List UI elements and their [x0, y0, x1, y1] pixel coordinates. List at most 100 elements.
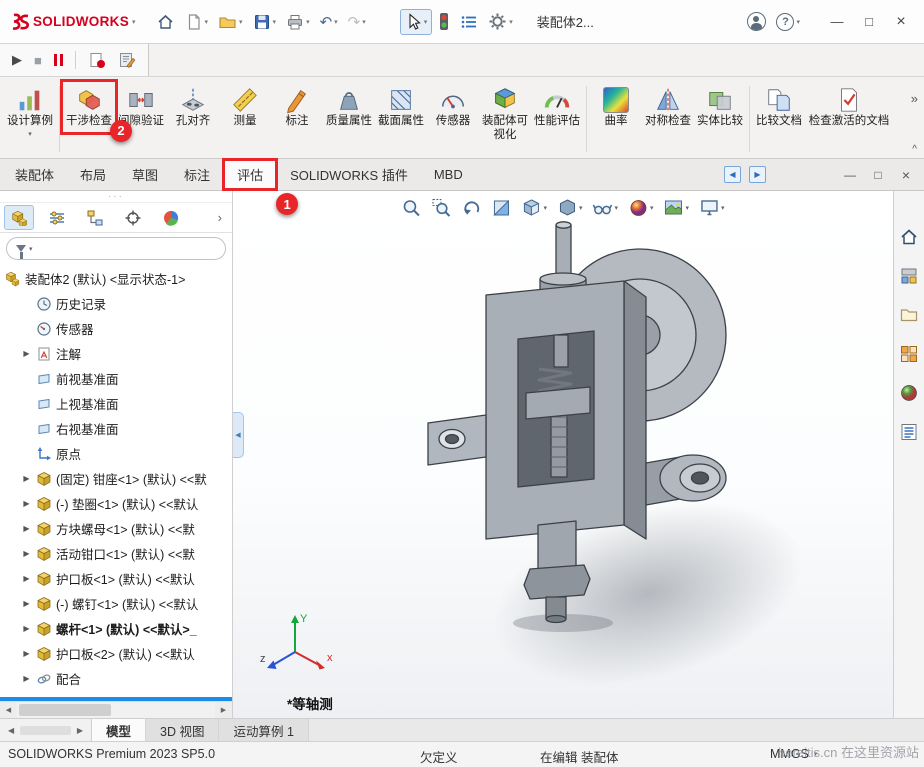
open-document-button[interactable]: ▾	[214, 10, 247, 34]
ribbon-button-compare-entities[interactable]: 实体比较	[694, 80, 746, 129]
scroll-right-button[interactable]: ▶	[215, 702, 232, 718]
dropdown-caret-icon[interactable]: ▾	[28, 130, 32, 138]
display-style-button[interactable]: ▾	[557, 198, 582, 218]
panel-expand-button[interactable]: ›	[212, 210, 228, 225]
macro-stop-button[interactable]: ■	[34, 53, 42, 68]
dropdown-caret-icon[interactable]: ▾	[509, 18, 513, 26]
new-document-button[interactable]: ▾	[181, 10, 213, 34]
ribbon-button-assembly-visualization[interactable]: 装配体可视化	[479, 80, 531, 143]
tree-item-component-1[interactable]: ▶ (固定) 钳座<1> (默认) <<默	[5, 466, 232, 491]
tab-scroll-control[interactable]: ◀ ▶	[0, 719, 92, 741]
design-library-button[interactable]	[897, 264, 921, 288]
ribbon-button-check-active-document[interactable]: 检查激活的文档	[805, 80, 893, 129]
tab-markup[interactable]: 标注	[171, 159, 223, 190]
select-tool-button[interactable]: ▾	[399, 8, 433, 35]
scrollbar-track[interactable]	[17, 702, 215, 718]
tree-item-origin[interactable]: 原点	[5, 441, 232, 466]
vise-assembly-model[interactable]	[388, 217, 768, 635]
tree-item-top-plane[interactable]: 上视基准面	[5, 391, 232, 416]
tree-item-component-6[interactable]: ▶ (-) 螺钉<1> (默认) <<默认	[5, 591, 232, 616]
dropdown-caret-icon[interactable]: ▾	[205, 18, 209, 26]
tree-root-assembly[interactable]: 装配体2 (默认) <显示状态-1>	[5, 266, 232, 291]
tree-item-component-4[interactable]: ▶ 活动钳口<1> (默认) <<默	[5, 541, 232, 566]
redo-button[interactable]: ↷ ▾	[344, 10, 370, 34]
units-selector[interactable]: MMGS ▾	[770, 747, 817, 761]
dropdown-caret-icon[interactable]: ▾	[306, 18, 310, 26]
hide-show-items-button[interactable]: ▾	[592, 198, 618, 218]
traffic-light-button[interactable]	[434, 9, 454, 34]
panel-horizontal-scrollbar[interactable]: ◀ ▶	[0, 701, 232, 718]
graphics-viewport[interactable]: ▾ ▾ ▾ ▾ ▾ ▾ ◀ Y x z *等轴测	[233, 191, 893, 718]
tree-expand-icon[interactable]: ▶	[21, 474, 32, 483]
view-orientation-button[interactable]: ▾	[521, 198, 547, 218]
tab-solidworks-addins[interactable]: SOLIDWORKS 插件	[277, 159, 421, 190]
dropdown-caret-icon[interactable]: ▾	[721, 204, 725, 212]
ribbon-button-symmetry-check[interactable]: 对称检查	[642, 80, 694, 129]
file-explorer-button[interactable]	[897, 303, 921, 327]
tab-scroll-left-button[interactable]: ◀	[5, 726, 17, 735]
tree-item-sensors[interactable]: 传感器	[5, 316, 232, 341]
tab-dimxpertmanager[interactable]	[118, 205, 148, 230]
tree-item-component-2[interactable]: ▶ (-) 垫圈<1> (默认) <<默认	[5, 491, 232, 516]
dropdown-caret-icon[interactable]: ▾	[650, 204, 654, 212]
ribbon-button-measure[interactable]: 测量	[219, 80, 271, 129]
dropdown-caret-icon[interactable]: ▾	[614, 204, 618, 212]
dropdown-caret-icon[interactable]: ▾	[543, 204, 547, 212]
home-button[interactable]	[152, 10, 179, 34]
tree-item-component-5[interactable]: ▶ 护口板<1> (默认) <<默认	[5, 566, 232, 591]
dropdown-caret-icon[interactable]: ▾	[686, 204, 690, 212]
dropdown-caret-icon[interactable]: ▾	[362, 18, 366, 26]
tab-propertymanager[interactable]	[42, 205, 72, 230]
task-list-button[interactable]	[456, 10, 482, 34]
dropdown-caret-icon[interactable]: ▾	[239, 18, 243, 26]
panel-drag-handle[interactable]: ···	[0, 191, 232, 203]
tree-expand-icon[interactable]: ▶	[21, 674, 32, 683]
login-user-button[interactable]	[743, 9, 770, 34]
tree-expand-icon[interactable]: ▶	[21, 574, 32, 583]
save-button[interactable]: ▾	[249, 10, 281, 34]
tree-expand-icon[interactable]: ▶	[21, 649, 32, 658]
tab-displaymanager[interactable]	[156, 205, 186, 230]
apply-scene-button[interactable]: ▾	[664, 198, 690, 218]
panel-collapse-handle[interactable]: ◀	[233, 412, 244, 459]
pane-previous-button[interactable]: ◀	[724, 166, 741, 183]
dropdown-caret-icon[interactable]: ▾	[273, 18, 277, 26]
view-palette-button[interactable]	[897, 342, 921, 366]
tree-expand-icon[interactable]: ▶	[21, 499, 32, 508]
tree-expand-icon[interactable]: ▶	[21, 624, 32, 633]
macro-record-button[interactable]	[88, 51, 106, 69]
print-button[interactable]: ▾	[282, 10, 314, 34]
custom-properties-button[interactable]	[897, 420, 921, 444]
tab-3d-views[interactable]: 3D 视图	[146, 719, 220, 741]
tab-layout[interactable]: 布局	[67, 159, 119, 190]
section-view-button[interactable]	[491, 198, 511, 218]
tab-sketch[interactable]: 草图	[119, 159, 171, 190]
ribbon-button-design-study[interactable]: 设计算例 ▾	[4, 80, 56, 138]
undo-button[interactable]: ↶ ▾	[316, 10, 342, 34]
dropdown-caret-icon[interactable]: ▾	[796, 18, 800, 26]
tab-assembly[interactable]: 装配体	[2, 159, 67, 190]
document-restore-button[interactable]: □	[868, 168, 888, 182]
tab-evaluate[interactable]: 评估 1	[222, 158, 299, 215]
dropdown-caret-icon[interactable]: ▾	[334, 18, 338, 26]
minimize-button[interactable]: —	[822, 8, 852, 36]
tree-filter-input[interactable]: ▾	[6, 237, 226, 260]
dropdown-caret-icon[interactable]: ▾	[29, 245, 33, 253]
view-settings-button[interactable]: ▾	[699, 198, 725, 218]
ribbon-button-compare-documents[interactable]: 比较文档	[753, 80, 805, 129]
tree-expand-icon[interactable]: ▶	[21, 349, 32, 358]
help-button[interactable]: ? ▾	[772, 10, 804, 34]
document-minimize-button[interactable]: —	[840, 168, 860, 182]
previous-view-button[interactable]	[461, 198, 481, 218]
macro-play-button[interactable]: ▶	[12, 52, 22, 68]
macro-edit-button[interactable]	[118, 51, 136, 69]
tab-configurationmanager[interactable]	[80, 205, 110, 230]
macro-pause-button[interactable]	[53, 54, 64, 66]
ribbon-button-mass-properties[interactable]: 质量属性	[323, 80, 375, 129]
tree-item-component-8[interactable]: ▶ 护口板<2> (默认) <<默认	[5, 641, 232, 666]
ribbon-button-section-properties[interactable]: 截面属性	[375, 80, 427, 129]
ribbon-collapse-button[interactable]: ^	[912, 144, 917, 155]
scroll-left-button[interactable]: ◀	[0, 702, 17, 718]
tree-item-annotations[interactable]: ▶ 注解	[5, 341, 232, 366]
tree-expand-icon[interactable]: ▶	[21, 599, 32, 608]
